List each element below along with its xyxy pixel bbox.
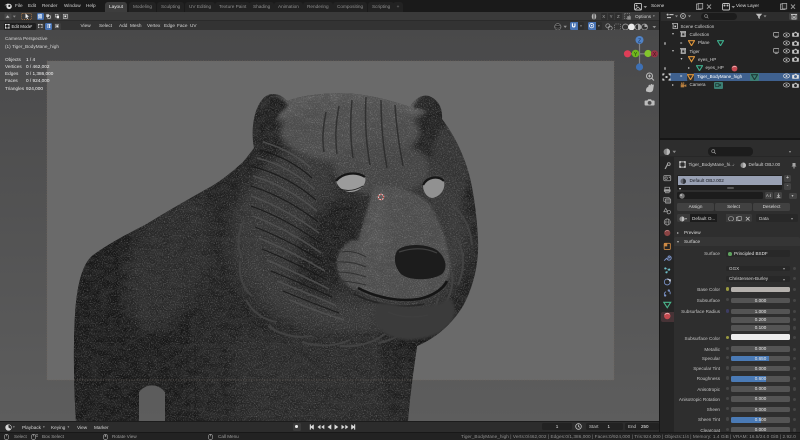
svg-text:A: A <box>766 193 769 198</box>
svg-text:Z: Z <box>638 38 641 44</box>
